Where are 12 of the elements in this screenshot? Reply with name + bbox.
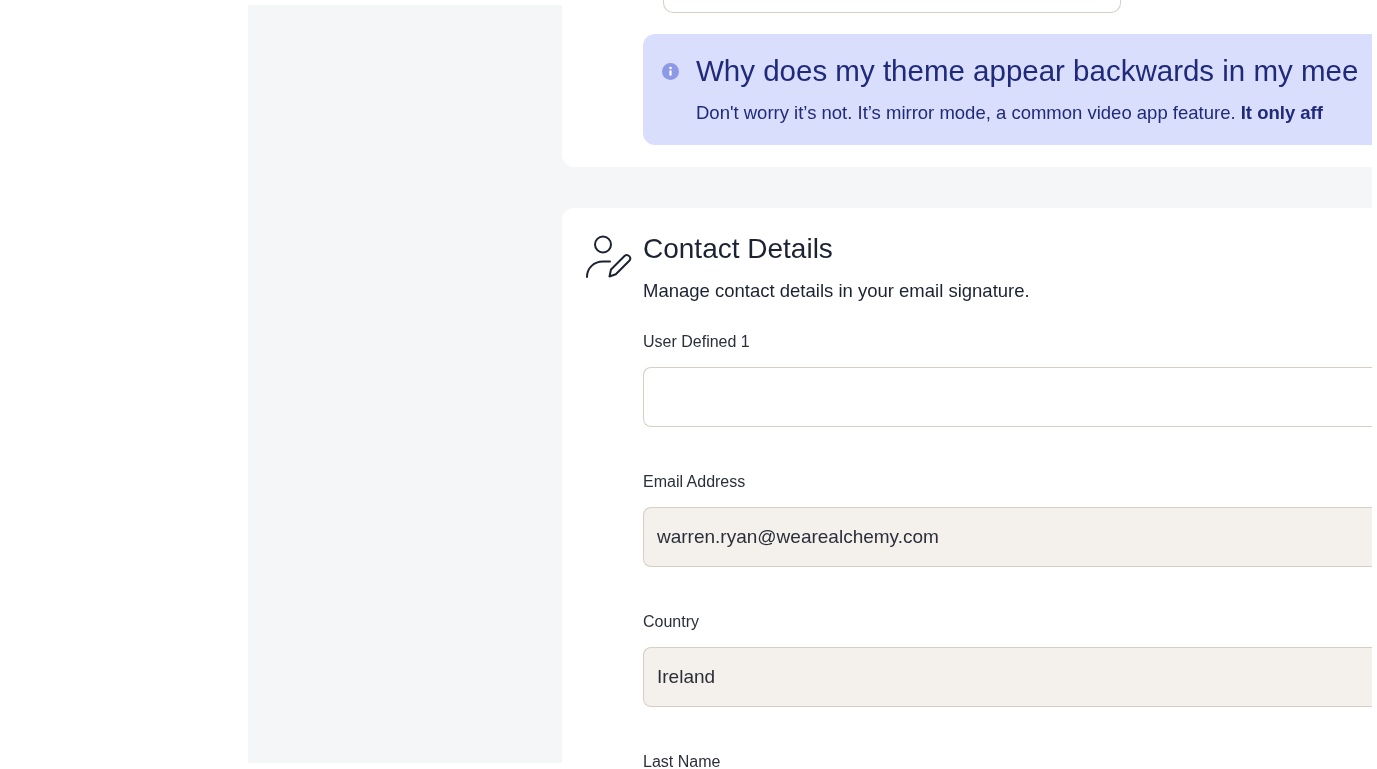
notice-title: Why does my theme appear backwards in my mee <box>696 54 1359 88</box>
section-title: Contact Details <box>643 232 833 266</box>
info-icon <box>662 62 679 80</box>
section-subtitle: Manage contact details in your email signature. <box>643 280 1030 302</box>
input-field[interactable] <box>643 367 1372 427</box>
notice-text: Don't worry it’s not. It’s mirror mode, a common video app feature. It only aff <box>696 102 1324 124</box>
field-label: Email Address <box>643 472 746 492</box>
field-label: Country <box>643 612 700 632</box>
user-pencil-icon <box>585 235 632 278</box>
field-label: Last Name <box>643 752 721 769</box>
field-label: User Defined 1 <box>643 332 750 352</box>
input-field[interactable] <box>663 0 1121 13</box>
